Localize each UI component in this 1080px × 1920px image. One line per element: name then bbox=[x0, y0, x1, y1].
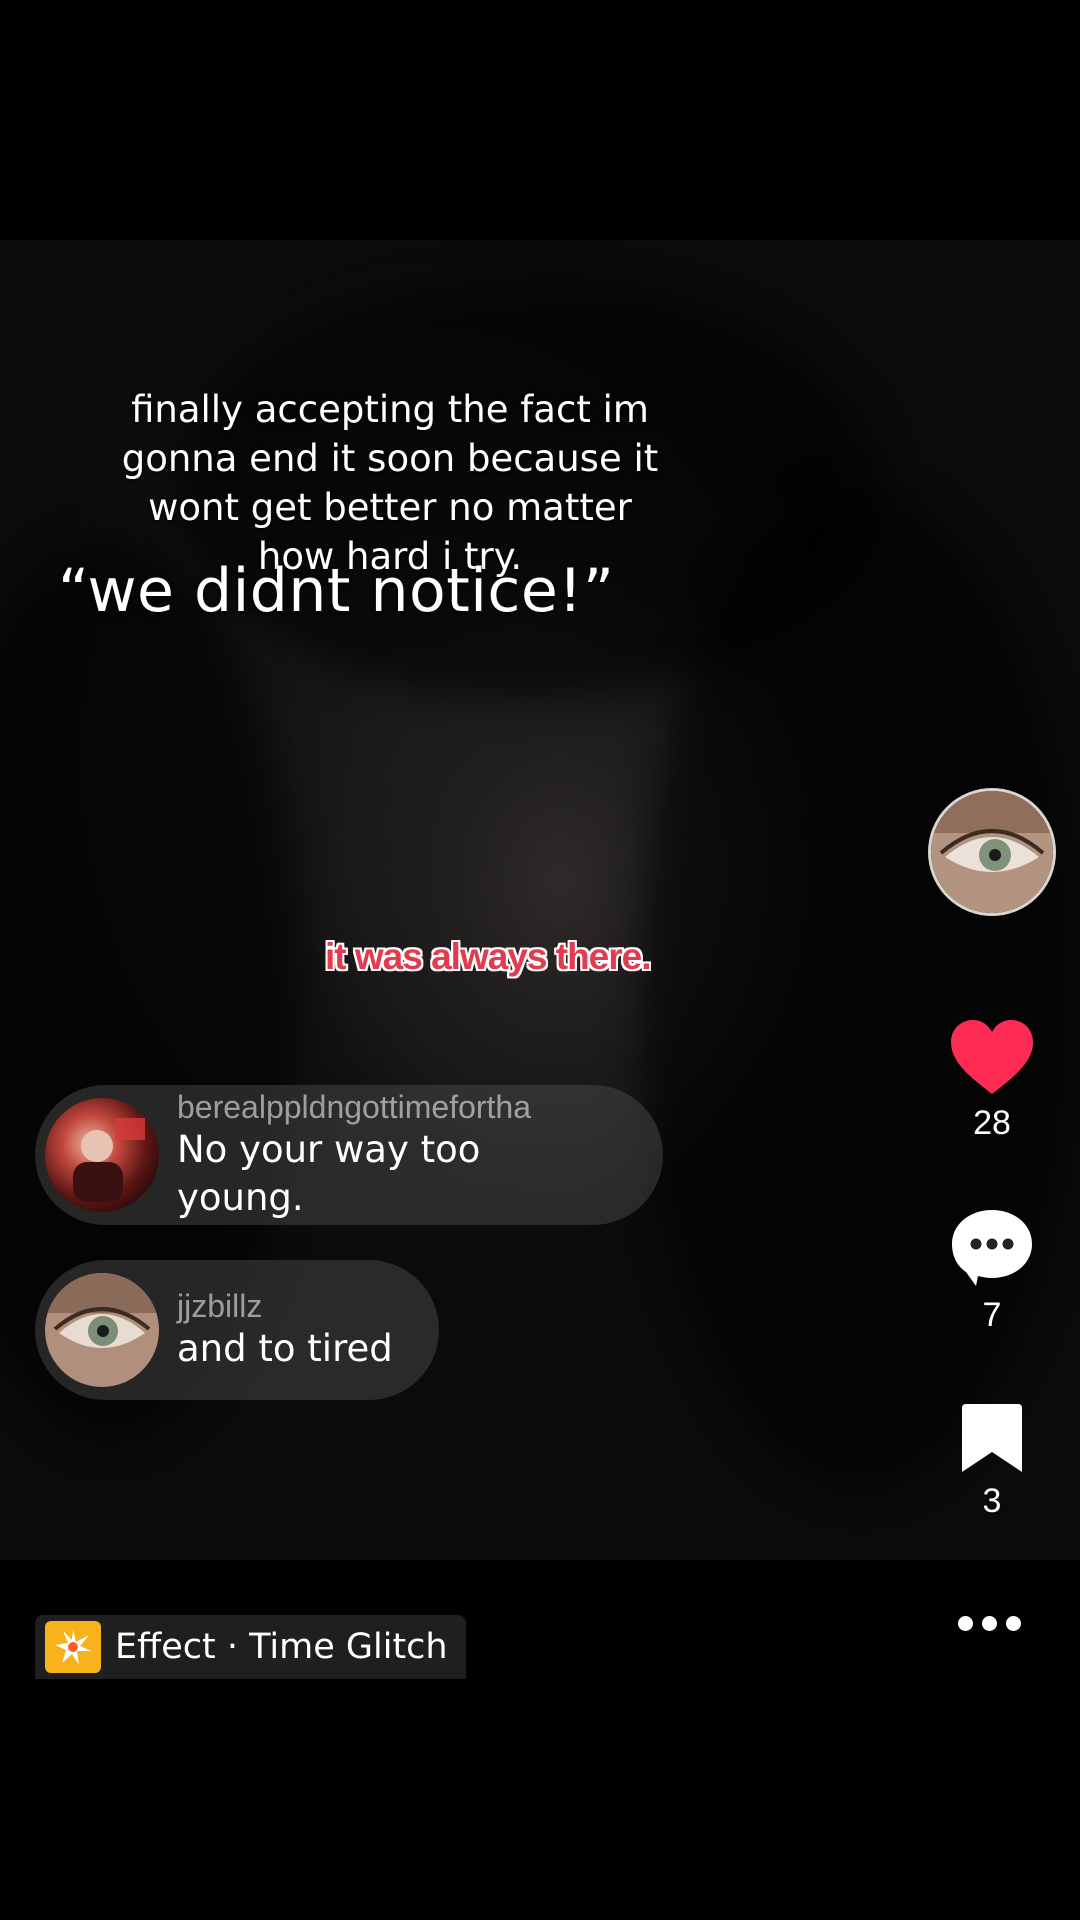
comment-content: berealppldngottimefortha No your way too… bbox=[177, 1088, 618, 1222]
comment-content: jjzbillz and to tired bbox=[177, 1287, 393, 1373]
like-action[interactable]: 28 bbox=[932, 1018, 1052, 1143]
more-options-icon[interactable] bbox=[958, 1616, 1021, 1631]
effect-label: Effect · Time Glitch bbox=[115, 1627, 448, 1667]
comment-bubble-icon[interactable] bbox=[950, 1208, 1034, 1288]
video-quote-text: “we didnt notice!” bbox=[58, 556, 615, 626]
commenter-avatar[interactable] bbox=[45, 1098, 159, 1212]
video-shadow bbox=[640, 490, 1080, 1490]
tiktok-video-screen: finally accepting the fact im gonna end … bbox=[0, 0, 1080, 1920]
comment-bubble[interactable]: berealppldngottimefortha No your way too… bbox=[35, 1085, 663, 1225]
save-action[interactable]: 3 bbox=[932, 1402, 1052, 1521]
comment-count: 7 bbox=[982, 1296, 1002, 1334]
like-count: 28 bbox=[973, 1104, 1011, 1142]
effect-chip[interactable]: Effect · Time Glitch bbox=[35, 1615, 466, 1679]
caption-line: gonna end it soon because it bbox=[121, 437, 659, 480]
comment-username[interactable]: berealppldngottimefortha bbox=[177, 1088, 618, 1126]
comment-text: and to tired bbox=[177, 1327, 393, 1370]
bookmark-icon[interactable] bbox=[960, 1402, 1024, 1474]
comment-text: No your way too young. bbox=[177, 1128, 481, 1219]
heart-icon[interactable] bbox=[949, 1018, 1035, 1096]
video-subtitle-text: it was always there. bbox=[325, 936, 652, 977]
sparkle-icon bbox=[45, 1621, 101, 1673]
comment-bubble[interactable]: jjzbillz and to tired bbox=[35, 1260, 439, 1400]
creator-avatar[interactable] bbox=[928, 788, 1056, 916]
caption-line: wont get better no matter bbox=[148, 486, 632, 529]
commenter-avatar[interactable] bbox=[45, 1273, 159, 1387]
save-count: 3 bbox=[982, 1482, 1002, 1520]
comment-username[interactable]: jjzbillz bbox=[177, 1287, 393, 1325]
video-caption-overlay: finally accepting the fact im gonna end … bbox=[90, 385, 690, 581]
comment-action[interactable]: 7 bbox=[932, 1208, 1052, 1335]
caption-line: finally accepting the fact im bbox=[131, 388, 649, 431]
